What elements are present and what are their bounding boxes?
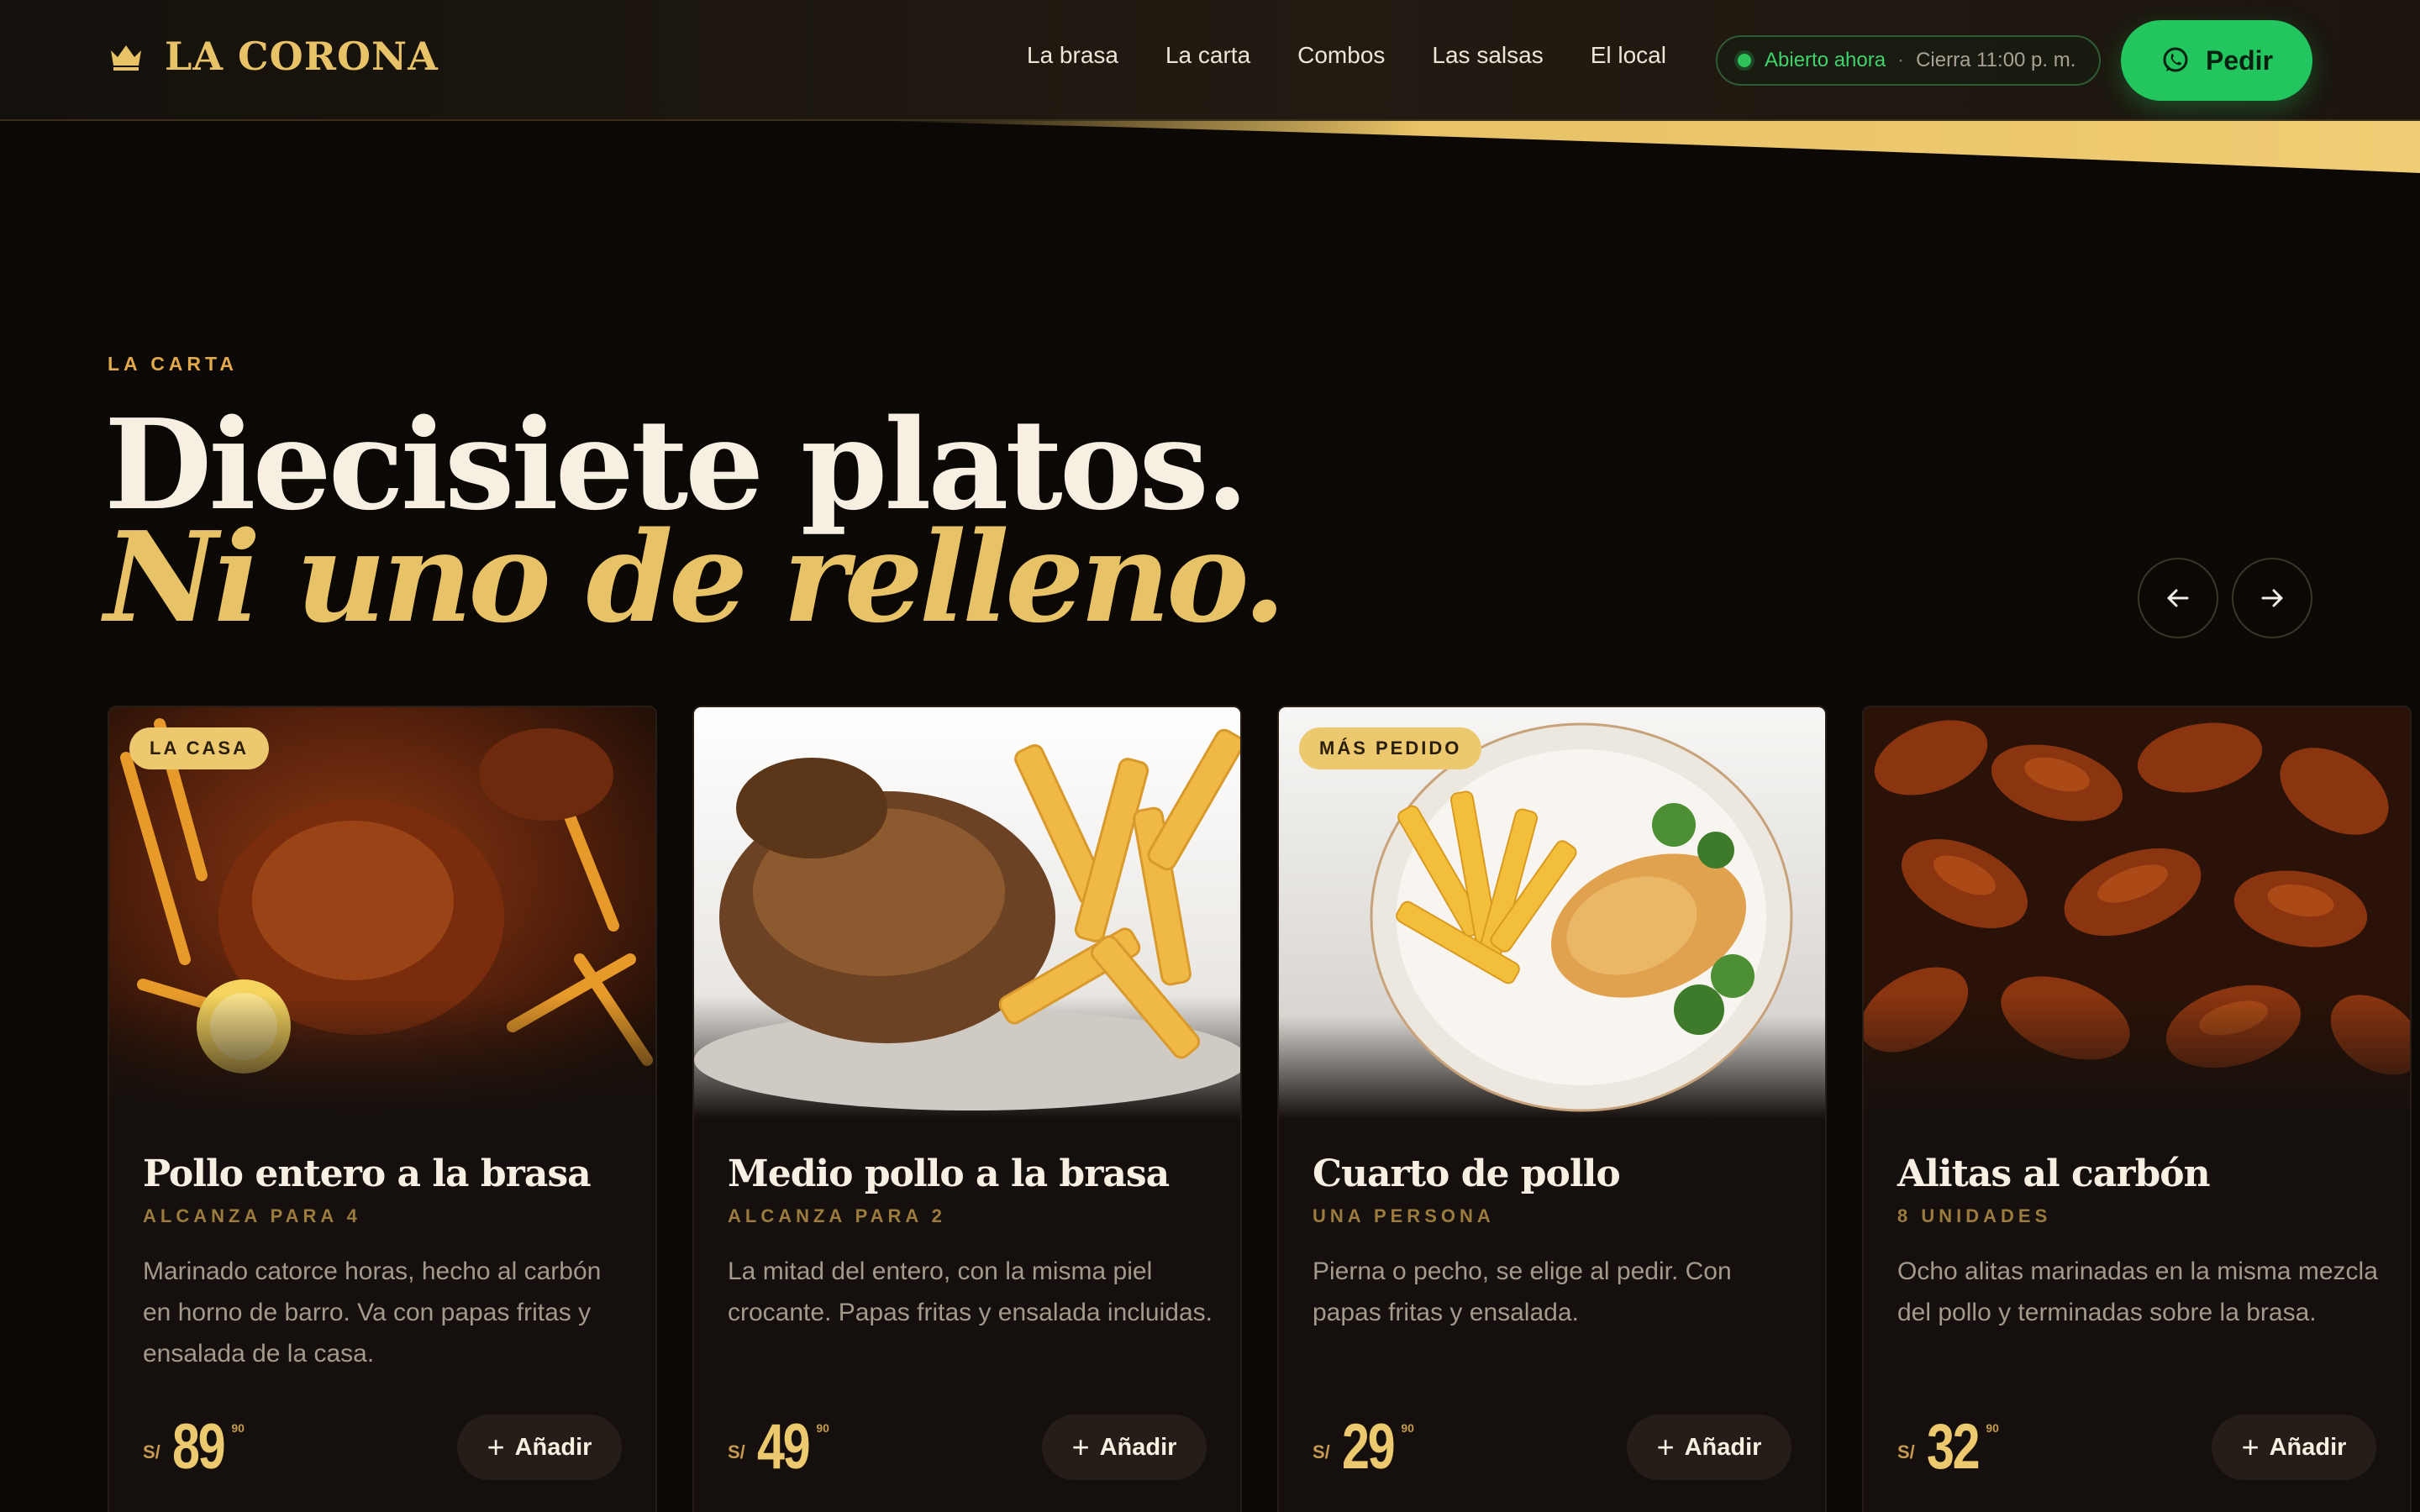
dish-image [1864,707,2410,1119]
card-title: Alitas al carbón [1897,1152,2211,1195]
card-price: S/ 29 90 [1313,1410,1414,1485]
card-subtitle: ALCANZA PARA 2 [728,1205,946,1226]
price-currency: S/ [1313,1441,1330,1462]
menu-card[interactable]: LA CASA Pollo entero a la brasa ALCANZA … [108,706,657,1512]
nav-link-la-brasa[interactable]: La brasa [1027,42,1118,69]
price-currency: S/ [1897,1441,1915,1462]
price-currency: S/ [728,1441,745,1462]
plus-icon: + [2241,1430,2260,1464]
add-button-label: Añadir [1684,1433,1762,1461]
add-button-label: Añadir [1099,1433,1177,1461]
card-title: Cuarto de pollo [1313,1152,1621,1195]
status-separator: · [1897,49,1905,71]
card-title: Medio pollo a la brasa [728,1152,1170,1195]
nav-link-las-salsas[interactable]: Las salsas [1432,42,1543,69]
crown-icon [111,45,141,71]
plus-icon: + [1656,1430,1675,1464]
price-cents: 90 [231,1421,245,1435]
card-badge: LA CASA [129,727,269,769]
whatsapp-icon [2163,47,2188,72]
card-title: Pollo entero a la brasa [143,1152,592,1195]
card-description: Pierna o pecho, se elige al pedir. Con p… [1313,1257,1732,1326]
section-title-accent: Ni uno de relleno. [104,504,1286,650]
carousel-next-button[interactable] [2232,558,2312,638]
add-to-cart-button[interactable]: + Añadir [1627,1415,1791,1480]
open-status-pill: Abierto ahora · Cierra 11:00 p. m. [1716,35,2101,86]
status-close-time: Cierra 11:00 p. m. [1916,49,2076,71]
card-subtitle: UNA PERSONA [1313,1205,1495,1226]
card-price: S/ 89 90 [143,1410,245,1485]
price-amount: 29 [1341,1411,1396,1483]
arrow-left-icon [2167,589,2189,607]
add-to-cart-button[interactable]: + Añadir [457,1415,622,1480]
card-body: Alitas al carbón 8 UNIDADES Ocho alitas … [1897,1152,2385,1333]
menu-card[interactable]: Alitas al carbón 8 UNIDADES Ocho alitas … [1862,706,2412,1512]
add-button-label: Añadir [2269,1433,2347,1461]
menu-card[interactable]: MÁS PEDIDO Cuarto de pollo UNA PERSONA P… [1277,706,1827,1512]
card-subtitle: 8 UNIDADES [1897,1205,2052,1226]
dish-image [694,707,1240,1119]
section-eyebrow: LA CARTA [108,353,238,375]
add-button-label: Añadir [514,1433,592,1461]
price-cents: 90 [1986,1421,1999,1435]
plus-icon: + [487,1430,505,1464]
price-amount: 32 [1926,1411,1981,1483]
card-body: Pollo entero a la brasa ALCANZA PARA 4 M… [143,1152,630,1374]
price-cents: 90 [1401,1421,1414,1435]
brand-name: LA CORONA [165,34,439,79]
card-price: S/ 49 90 [728,1410,829,1485]
card-badge: MÁS PEDIDO [1299,727,1482,769]
card-price: S/ 32 90 [1897,1410,1999,1485]
card-description: Marinado catorce horas, hecho al carbón … [143,1257,602,1368]
order-button[interactable]: Pedir [2121,20,2312,101]
nav-link-el-local[interactable]: El local [1591,42,1666,69]
order-button-label: Pedir [2205,45,2274,76]
gold-swoosh [874,121,2420,173]
price-currency: S/ [143,1441,160,1462]
add-to-cart-button[interactable]: + Añadir [1042,1415,1207,1480]
menu-card[interactable]: Medio pollo a la brasa ALCANZA PARA 2 La… [692,706,1242,1512]
add-to-cart-button[interactable]: + Añadir [2212,1415,2376,1480]
main-nav: La brasa La carta Combos Las salsas El l… [1027,42,1666,69]
price-amount: 89 [171,1411,226,1483]
status-open-text: Abierto ahora [1765,49,1886,71]
site-header: LA CORONA La brasa La carta Combos Las s… [0,0,2420,121]
card-subtitle: ALCANZA PARA 4 [143,1205,361,1226]
card-description: La mitad del entero, con la misma piel c… [728,1257,1213,1326]
card-body: Medio pollo a la brasa ALCANZA PARA 2 La… [728,1152,1215,1333]
price-amount: 49 [756,1411,811,1483]
carousel-prev-button[interactable] [2138,558,2218,638]
arrow-right-icon [2261,589,2283,607]
card-body: Cuarto de pollo UNA PERSONA Pierna o pec… [1313,1152,1800,1333]
card-description: Ocho alitas marinadas en la misma mezcla… [1897,1257,2378,1326]
plus-icon: + [1071,1430,1090,1464]
logo[interactable]: LA CORONA [109,34,439,79]
nav-link-la-carta[interactable]: La carta [1165,42,1250,69]
nav-link-combos[interactable]: Combos [1297,42,1385,69]
status-dot-icon [1738,54,1751,67]
price-cents: 90 [816,1421,829,1435]
